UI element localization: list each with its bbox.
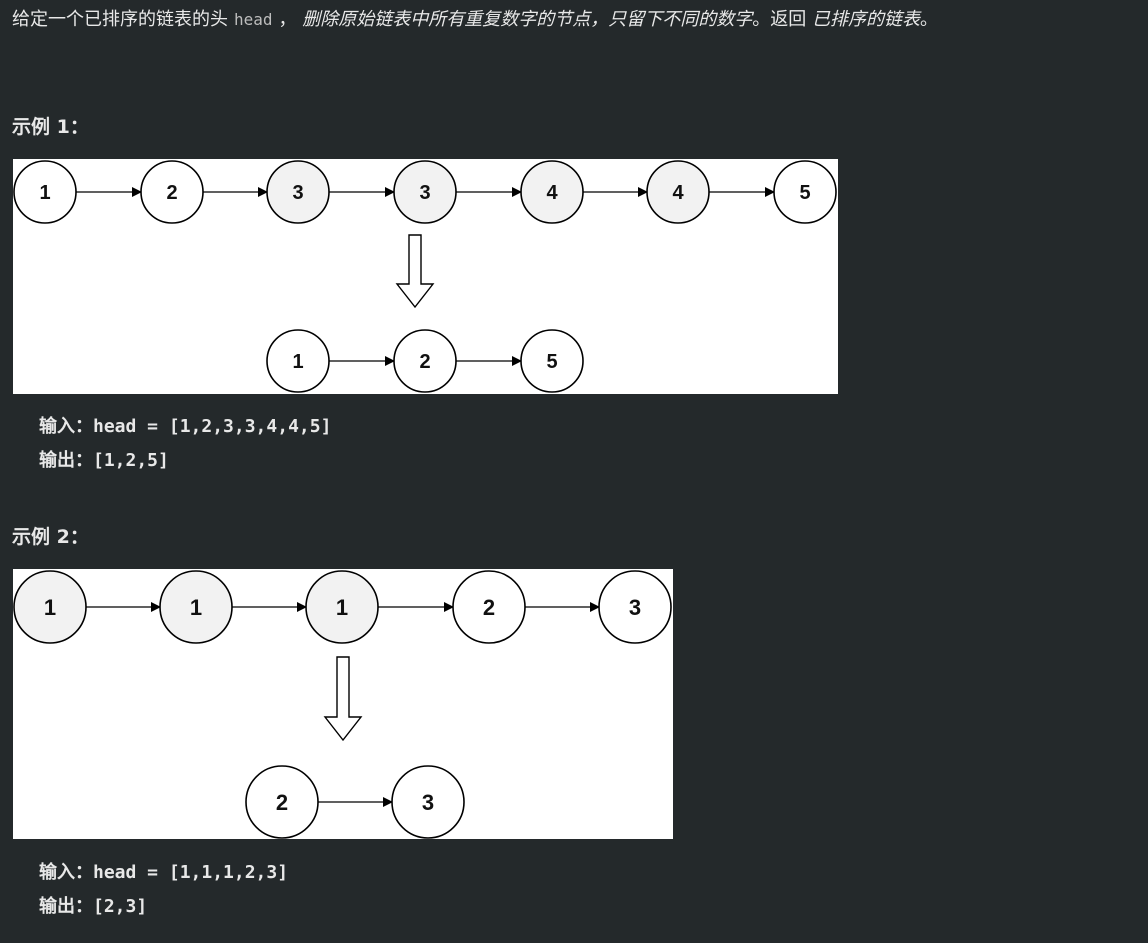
example-2-output-node: 2 <box>245 765 319 839</box>
example-2-input-node: 3 <box>598 570 672 644</box>
example-2-diagram: 1 1 1 2 3 2 3 <box>13 569 673 839</box>
example-1-io: 输入：head = [1,2,3,3,4,4,5] 输出：[1,2,5] <box>39 410 331 478</box>
example-2-output-label: 输出： <box>39 896 93 917</box>
example-1-input-node-value: 4 <box>546 182 558 204</box>
example-1-input-node: 5 <box>773 160 837 224</box>
example-1-input-node-value: 2 <box>166 182 177 204</box>
example-2-io: 输入：head = [1,1,1,2,3] 输出：[2,3] <box>39 856 288 924</box>
example-1-input-node: 4 <box>646 160 710 224</box>
example-1-input-node: 3 <box>266 160 330 224</box>
example-2-input-value: head = [1,1,1,2,3] <box>93 862 289 883</box>
example-2-input-node: 1 <box>159 570 233 644</box>
example-1-output-node-value: 1 <box>292 351 303 373</box>
example-2-input-node: 2 <box>452 570 526 644</box>
example-1-input-node: 1 <box>13 160 77 224</box>
example-2-input-node-value: 1 <box>44 595 56 620</box>
example-1-input-value: head = [1,2,3,3,4,4,5] <box>93 416 332 437</box>
example-1-output-node-value: 5 <box>546 351 557 373</box>
example-1-output-node-value: 2 <box>419 351 430 373</box>
description-emphasis-1: 删除原始链表中所有重复数字的节点，只留下不同的数字 <box>302 9 753 30</box>
example-1-linked-list-svg: 1 2 3 3 4 4 5 1 2 5 <box>13 160 837 393</box>
example-1-output-label: 输出： <box>39 450 93 471</box>
description-prefix: 给定一个已排序的链表的头 <box>12 9 228 30</box>
example-2-input-node-value: 3 <box>629 595 641 620</box>
example-1-input-node-value: 1 <box>39 182 50 204</box>
example-2-linked-list-svg: 1 1 1 2 3 2 3 <box>13 570 672 839</box>
example-2-output-node: 3 <box>391 765 465 839</box>
example-2-output-value: [2,3] <box>93 896 148 917</box>
problem-page: 给定一个已排序的链表的头 head ， 删除原始链表中所有重复数字的节点，只留下不同… <box>0 0 1148 943</box>
example-2-input-label: 输入： <box>39 862 93 883</box>
example-1-input-label: 输入： <box>39 416 93 437</box>
down-arrow-icon <box>395 234 435 309</box>
example-1-output-node: 1 <box>266 329 330 393</box>
example-1-input-node: 3 <box>393 160 457 224</box>
example-1-input-node-value: 5 <box>799 182 810 204</box>
example-1-output-line: 输出：[1,2,5] <box>39 444 331 478</box>
example-2-output-line: 输出：[2,3] <box>39 890 288 924</box>
problem-description: 给定一个已排序的链表的头 head ， 删除原始链表中所有重复数字的节点，只留下不同… <box>12 7 938 33</box>
example-1-output-node: 2 <box>393 329 457 393</box>
down-arrow-icon <box>323 656 363 742</box>
description-comma: ， <box>278 9 297 30</box>
description-middle: 。返回 <box>752 9 807 30</box>
example-1-diagram: 1 2 3 3 4 4 5 1 2 5 <box>13 159 838 394</box>
example-1-input-line: 输入：head = [1,2,3,3,4,4,5] <box>39 410 331 444</box>
example-2-output-node-value: 2 <box>276 790 288 815</box>
description-emphasis-2: 已排序的链表 <box>812 9 920 30</box>
example-1-output-value: [1,2,5] <box>93 450 169 471</box>
example-1-input-node-value: 4 <box>672 182 684 204</box>
example-2-input-node: 1 <box>305 570 379 644</box>
example-2-input-node-value: 1 <box>190 595 202 620</box>
example-1-input-node-value: 3 <box>292 182 303 204</box>
example-1-input-node: 4 <box>520 160 584 224</box>
example-2-input-node-value: 2 <box>483 595 495 620</box>
example-1-input-node: 2 <box>140 160 204 224</box>
example-1-input-node-value: 3 <box>419 182 430 204</box>
example-2-output-node-value: 3 <box>422 790 434 815</box>
description-suffix: 。 <box>920 9 938 30</box>
example-2-title: 示例 2： <box>12 526 89 548</box>
example-2-input-node-value: 1 <box>336 595 348 620</box>
example-2-input-node: 1 <box>13 570 87 644</box>
description-code-head: head <box>234 10 273 29</box>
example-1-output-node: 5 <box>520 329 584 393</box>
example-2-input-line: 输入：head = [1,1,1,2,3] <box>39 856 288 890</box>
example-1-title: 示例 1： <box>12 116 89 138</box>
